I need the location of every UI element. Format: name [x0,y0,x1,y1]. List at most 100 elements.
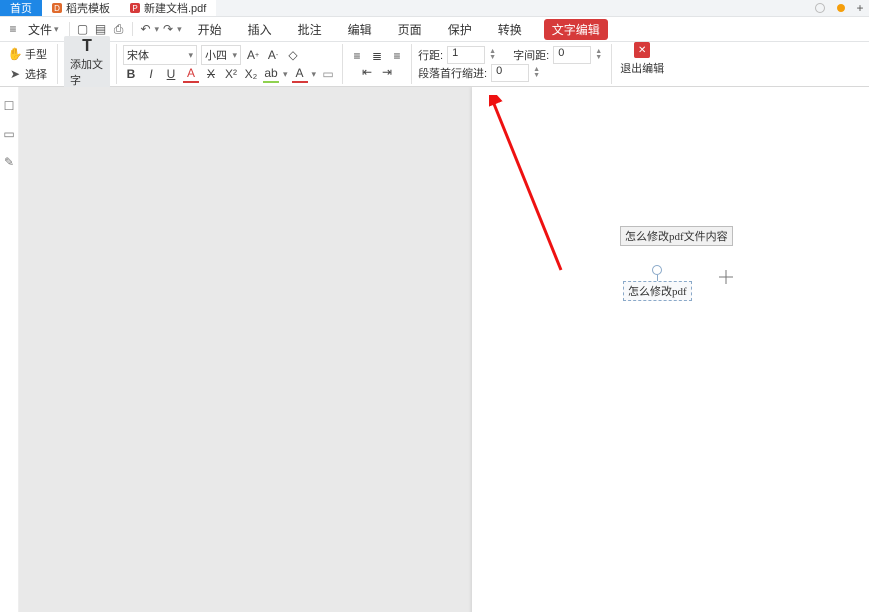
spinner-icon[interactable]: ▲▼ [489,49,499,61]
chevron-down-icon: ▾ [54,24,59,35]
menu-item-start[interactable]: 开始 [194,19,226,40]
thumbnails-icon[interactable]: ▭ [2,127,16,141]
hand-tool-label: 手型 [25,46,47,62]
eraser-icon[interactable]: ◇ [285,47,301,63]
tool-modes: ✋ 手型 ➤ 选择 [0,42,55,86]
font-group: 宋体 ▾ 小四 ▾ A+ A- ◇ B I U A X X² X₂ ab ▾ A… [119,42,340,86]
tab-home[interactable]: 首页 [0,0,42,16]
align-left-icon[interactable]: ≡ [349,48,365,64]
text-cursor-icon: 𝐓 [80,40,94,54]
separator [57,44,58,84]
spacing-group: 行距: 1 ▲▼ 字间距: 0 ▲▼ 段落首行缩进: 0 ▲▼ [414,42,609,86]
new-tab-button[interactable]: + [851,1,869,15]
hand-tool-button[interactable]: ✋ 手型 [4,44,51,64]
superscript-icon[interactable]: X² [223,66,239,82]
separator [132,22,133,36]
menu-bar: ≡ 文件 ▾ ▢ ▤ ⎙ ↶ ▾ ↷ ▾ 开始 插入 批注 编辑 页面 保护 转… [0,17,869,42]
toolbar: ✋ 手型 ➤ 选择 𝐓 添加文字 宋体 ▾ 小四 ▾ A+ A- ◇ [0,42,869,87]
menu-item-text-edit[interactable]: 文字编辑 [544,19,608,40]
vertical-sidebar: ☐ ▭ ✎ [0,87,19,612]
tab-label: 新建文档.pdf [144,0,206,16]
menu-item-convert[interactable]: 转换 [494,19,526,40]
first-indent-label: 段落首行缩进: [418,65,487,81]
separator [611,44,612,84]
redo-icon[interactable]: ↷ [159,20,177,38]
bold-icon[interactable]: B [123,66,139,82]
hand-icon: ✋ [8,47,22,61]
exit-edit-label: 退出编辑 [620,60,664,76]
subscript-icon[interactable]: X₂ [243,66,259,82]
menu-item-protect[interactable]: 保护 [444,19,476,40]
font-name-select[interactable]: 宋体 ▾ [123,45,197,65]
bookmark-icon[interactable]: ☐ [2,99,16,113]
menu-item-page[interactable]: 页面 [394,19,426,40]
rotate-handle-icon[interactable] [652,265,662,275]
exit-edit-button[interactable]: ✕ [634,42,650,58]
first-indent-input[interactable]: 0 [491,64,529,82]
file-menu-label: 文件 [28,21,52,38]
add-text-group: 𝐓 添加文字 [60,42,114,86]
separator [69,22,70,36]
line-spacing-input[interactable]: 1 [447,46,485,64]
attachments-icon[interactable]: ✎ [2,155,16,169]
fill-color-icon[interactable]: ▭ [320,66,336,82]
indent-decrease-icon[interactable]: ⇤ [359,64,375,80]
align-right-icon[interactable]: ≡ [389,48,405,64]
font-size-value: 小四 [205,47,227,63]
font-color-icon[interactable]: A [183,65,199,83]
strikethrough-icon[interactable]: X [203,66,219,82]
font-size-select[interactable]: 小四 ▾ [201,45,241,65]
text-block-2[interactable]: 怎么修改pdf [623,281,692,301]
char-spacing-label: 字间距: [513,47,549,63]
line-spacing-label: 行距: [418,47,443,63]
selected-text-block[interactable]: 怎么修改pdf [623,265,692,301]
menu-item-comment[interactable]: 批注 [294,19,326,40]
align-center-icon[interactable]: ≣ [369,48,385,64]
spinner-icon[interactable]: ▲▼ [595,49,605,61]
chevron-down-icon[interactable]: ▾ [177,24,182,35]
canvas[interactable]: 怎么修改pdf文件内容 怎么修改pdf [19,87,869,612]
pdf-app-icon: P [130,3,140,13]
indent-increase-icon[interactable]: ⇥ [379,64,395,80]
crosshair-cursor-icon [719,270,733,284]
text-block-1[interactable]: 怎么修改pdf文件内容 [620,226,733,246]
close-icon: ✕ [638,45,646,56]
font-grow-icon[interactable]: A+ [245,47,261,63]
align-group: ≡ ≣ ≡ ⇤ ⇥ [345,42,409,86]
menu-item-edit[interactable]: 编辑 [344,19,376,40]
unsaved-indicator-icon [837,4,845,12]
undo-icon[interactable]: ↶ [137,20,155,38]
chevron-down-icon[interactable]: ▾ [283,69,288,80]
char-spacing-input[interactable]: 0 [553,46,591,64]
font-shrink-icon[interactable]: A- [265,47,281,63]
italic-icon[interactable]: I [143,66,159,82]
chevron-down-icon[interactable]: ▾ [312,69,317,80]
print-icon[interactable]: ⎙ [110,20,128,38]
highlight-color-icon[interactable]: ab [263,65,279,83]
cursor-icon: ➤ [8,67,22,81]
font-name-value: 宋体 [127,47,149,63]
menu-item-insert[interactable]: 插入 [244,19,276,40]
add-text-label: 添加文字 [70,56,104,88]
tab-pdf-document[interactable]: P 新建文档.pdf [120,0,216,16]
tab-bar: 首页 D 稻壳模板 P 新建文档.pdf + [0,0,869,17]
select-tool-button[interactable]: ➤ 选择 [4,64,51,84]
select-tool-label: 选择 [25,66,47,82]
page[interactable] [472,87,869,612]
tab-docker-templates[interactable]: D 稻壳模板 [42,0,120,16]
underline-icon[interactable]: U [163,66,179,82]
tab-label: 稻壳模板 [66,0,110,16]
chevron-down-icon: ▾ [232,50,237,61]
wps-app-icon: D [52,3,62,13]
sync-indicator-icon[interactable] [815,3,825,13]
separator [411,44,412,84]
hamburger-icon[interactable]: ≡ [4,20,22,38]
text-color-icon[interactable]: A [292,65,308,83]
spinner-icon[interactable]: ▲▼ [533,67,543,79]
file-menu[interactable]: 文件 ▾ [22,21,65,38]
workspace: ☐ ▭ ✎ 怎么修改pdf文件内容 怎么修改pdf [0,87,869,612]
separator [342,44,343,84]
exit-edit-group: ✕ 退出编辑 [614,42,670,86]
add-text-button[interactable]: 𝐓 添加文字 [64,36,110,92]
separator [116,44,117,84]
